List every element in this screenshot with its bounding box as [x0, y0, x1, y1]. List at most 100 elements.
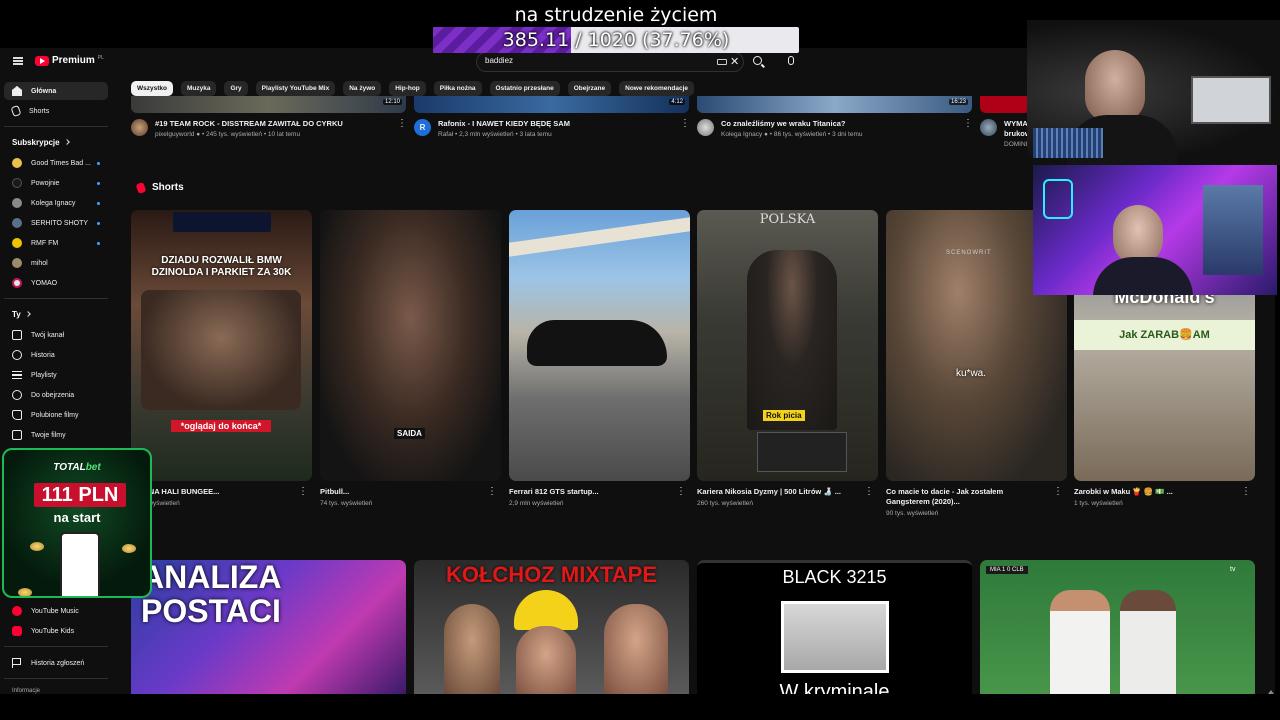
more-options-icon[interactable]: ⋮	[487, 487, 497, 499]
sidebar-sub-item[interactable]: SERHITO SHOTY	[4, 214, 108, 232]
sidebar-sub-item[interactable]: YOMAO	[4, 274, 108, 292]
voice-search-button[interactable]	[780, 52, 802, 72]
new-content-dot	[97, 241, 100, 245]
thumbnail-text: ANALIZA POSTACI	[141, 560, 282, 629]
channel-avatar[interactable]	[131, 119, 148, 136]
sidebar-sub-item[interactable]: Good Times Bad ...	[4, 154, 108, 172]
chip[interactable]: Piłka nożna	[433, 81, 482, 96]
video-title[interactable]: Rafonix - I NAWET KIEDY BĘDĘ SAM	[438, 119, 570, 128]
video-item[interactable]: WYMA brukow DOMINI	[980, 119, 1030, 149]
sidebar-item-youtube-kids[interactable]: YouTube Kids	[4, 622, 108, 640]
keyboard-icon[interactable]	[717, 59, 727, 65]
short-title[interactable]: ...TY NA HALI BUNGEE...	[131, 487, 291, 497]
watch-later-icon	[12, 390, 22, 400]
video-title[interactable]: WYMA	[1004, 119, 1028, 128]
youtube-logo[interactable]: Premium PL	[35, 55, 104, 66]
coin-icon	[122, 544, 136, 553]
short-title[interactable]: Ferrari 812 GTS startup...	[509, 487, 669, 497]
video-thumbnail[interactable]: 4:12	[414, 96, 689, 113]
search-button[interactable]	[744, 52, 772, 72]
pc-case	[1191, 76, 1271, 124]
your-videos-icon	[12, 430, 22, 440]
chip[interactable]: Nowe rekomendacje	[619, 81, 694, 96]
channel-avatar[interactable]	[697, 119, 714, 136]
more-options-icon[interactable]: ⋮	[680, 119, 690, 131]
chip[interactable]: Muzyka	[180, 81, 217, 96]
window-light	[1203, 185, 1263, 275]
video-thumbnail[interactable]: KOŁCHOZ MIXTAPE	[414, 560, 689, 694]
sidebar-item-label: Do obejrzenia	[31, 391, 75, 399]
chip[interactable]: Playlisty YouTube Mix	[255, 81, 336, 96]
search-box[interactable]: baddiez ✕	[476, 52, 744, 72]
footer-link[interactable]: Informacje	[12, 688, 40, 694]
ad-subtitle: na start	[53, 510, 101, 525]
chip[interactable]: Na żywo	[343, 81, 382, 96]
video-thumbnail[interactable]: MIA 1 0 CLB tv	[980, 560, 1255, 694]
search-input[interactable]: baddiez	[485, 56, 513, 65]
you-heading[interactable]: Ty	[12, 310, 31, 319]
sidebar-item-youtube-music[interactable]: YouTube Music	[4, 602, 108, 620]
chip[interactable]: Wszystko	[131, 81, 173, 96]
channel-avatar[interactable]: R	[414, 119, 431, 136]
channel-name[interactable]: DOMINI	[1004, 141, 1027, 148]
sidebar-sub-item[interactable]: mihol	[4, 254, 108, 272]
sidebar-item-shorts[interactable]: Shorts	[4, 102, 108, 120]
sidebar-item-your-channel[interactable]: Twój kanał	[4, 326, 108, 344]
sidebar-item-label: SERHITO SHOTY	[31, 219, 89, 227]
channel-name[interactable]: Rafał	[438, 131, 453, 138]
more-options-icon[interactable]: ⋮	[1241, 487, 1251, 499]
video-thumbnail[interactable]: ANALIZA POSTACI	[131, 560, 406, 694]
chip[interactable]: Obejrzane	[567, 81, 612, 96]
more-options-icon[interactable]: ⋮	[963, 119, 973, 131]
short-title[interactable]: Co macie to dacie - Jak zostałem Gangste…	[886, 487, 1046, 507]
channel-name[interactable]: pixelguyworld	[155, 131, 194, 138]
video-thumbnail[interactable]: 12:10	[131, 96, 406, 113]
short-thumbnail[interactable]: POLSKA Rok picia	[697, 210, 878, 481]
chip[interactable]: Ostatnio przesłane	[489, 81, 560, 96]
video-thumbnail[interactable]	[980, 96, 1030, 113]
short-views: 1 tys. wyświetleń	[1074, 500, 1123, 507]
channel-name[interactable]: Kolega Ignacy	[721, 131, 762, 138]
short-thumbnail[interactable]	[509, 210, 690, 481]
video-item[interactable]: Co znaleźliśmy we wraku Titanica? Kolega…	[697, 119, 973, 149]
sidebar-item-history[interactable]: Historia	[4, 346, 108, 364]
more-options-icon[interactable]: ⋮	[864, 487, 874, 499]
video-thumbnail[interactable]: BLACK 3215 W kryminale	[697, 560, 972, 694]
sidebar-sub-item[interactable]: Powojnie	[4, 174, 108, 192]
video-thumbnail[interactable]: 16:23	[697, 96, 972, 113]
new-content-dot	[97, 221, 100, 225]
short-title[interactable]: Kariera Nikosia Dyzmy | 500 Litrów 🍶 ...	[697, 487, 857, 497]
close-icon[interactable]: ✕	[730, 55, 739, 69]
video-title[interactable]: #19 TEAM ROCK - DISSTREAM ZAWITAŁ DO CYR…	[155, 119, 343, 128]
channel-avatar[interactable]	[980, 119, 997, 136]
more-options-icon[interactable]: ⋮	[397, 119, 407, 131]
sidebar-item-your-videos[interactable]: Twoje filmy	[4, 426, 108, 444]
short-thumbnail[interactable]: DZIADU ROZWALIŁ BMW DZINOLDA I PARKIET Z…	[131, 210, 312, 481]
sidebar-item-label: mihol	[31, 259, 48, 267]
more-options-icon[interactable]: ⋮	[676, 487, 686, 499]
menu-icon[interactable]	[13, 57, 23, 65]
chip[interactable]: Gry	[224, 81, 248, 96]
sidebar-item-home[interactable]: Główna	[4, 82, 108, 100]
more-options-icon[interactable]: ⋮	[298, 487, 308, 499]
betting-ad-overlay: TOTALbet 111 PLN na start	[2, 448, 152, 598]
sidebar-item-label: Powojnie	[31, 179, 60, 187]
sidebar-item-playlists[interactable]: Playlisty	[4, 366, 108, 384]
sidebar-sub-item[interactable]: RMF FM	[4, 234, 108, 252]
sidebar-item-report-history[interactable]: Historia zgłoszeń	[4, 654, 108, 672]
video-title[interactable]: Co znaleźliśmy we wraku Titanica?	[721, 119, 846, 128]
chip[interactable]: Hip-hop	[389, 81, 426, 96]
short-title[interactable]: Zarobki w Maku 🍟 🍔 💵 ...	[1074, 487, 1234, 497]
thumbnail-image	[141, 290, 301, 410]
home-icon	[12, 86, 22, 96]
sidebar-item-label: Playlisty	[31, 371, 57, 379]
subscriptions-heading[interactable]: Subskrypcje	[12, 138, 70, 147]
sidebar-item-liked[interactable]: Polubione filmy	[4, 406, 108, 424]
short-title[interactable]: Pitbull...	[320, 487, 480, 497]
short-thumbnail[interactable]: SAIDA	[320, 210, 501, 481]
sidebar-item-watch-later[interactable]: Do obejrzenia	[4, 386, 108, 404]
more-options-icon[interactable]: ⋮	[1053, 487, 1063, 499]
sidebar-sub-item[interactable]: Kolega Ignacy	[4, 194, 108, 212]
video-item[interactable]: #19 TEAM ROCK - DISSTREAM ZAWITAŁ DO CYR…	[131, 119, 407, 149]
video-item[interactable]: R Rafonix - I NAWET KIEDY BĘDĘ SAM Rafał…	[414, 119, 690, 149]
